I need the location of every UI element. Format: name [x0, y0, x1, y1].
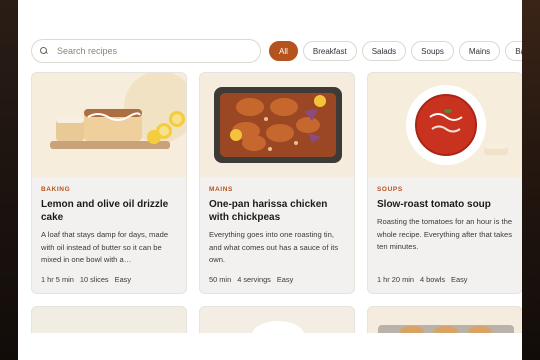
filter-chip-salads[interactable]: Salads [361, 41, 407, 61]
recipe-app: All Breakfast Salads Soups Mains Baking [18, 0, 522, 360]
background-right [522, 0, 540, 360]
recipe-category: SOUPS [377, 186, 403, 193]
recipe-description: Everything goes into one roasting tin, a… [209, 230, 339, 264]
recipe-time: 1 hr 5 min [41, 275, 74, 284]
bottom-bar [18, 333, 522, 360]
recipe-time: 50 min [209, 275, 232, 284]
recipe-meta: 1 hr 20 min 4 bowls Easy [377, 275, 467, 284]
recipe-meta: 50 min 4 servings Easy [209, 275, 293, 284]
recipe-difficulty: Easy [276, 275, 294, 284]
recipe-title[interactable]: One-pan harissa chicken with chickpeas [209, 198, 345, 224]
filter-chip-all[interactable]: All [269, 41, 298, 61]
filter-chip-breakfast[interactable]: Breakfast [302, 41, 357, 61]
recipe-difficulty: Easy [114, 275, 132, 284]
recipe-difficulty: Easy [451, 275, 468, 284]
recipe-category: BAKING [41, 186, 71, 193]
tomato-soup-image [368, 73, 522, 177]
recipe-card[interactable]: SOUPS Slow-roast tomato soup Roasting th… [367, 72, 522, 294]
search-box[interactable] [31, 39, 261, 63]
recipe-yield: 4 bowls [419, 275, 446, 284]
recipe-description: A loaf that stays damp for days, made wi… [41, 230, 169, 264]
filter-chip-mains[interactable]: Mains [458, 41, 501, 61]
background-left [0, 0, 18, 360]
recipe-category: MAINS [209, 186, 233, 193]
recipe-meta: 1 hr 5 min 10 slices Easy [41, 275, 131, 284]
recipe-yield: 4 servings [237, 275, 271, 284]
recipe-card[interactable]: BAKING Lemon and olive oil drizzle cake … [31, 72, 187, 294]
loaf-cake-image [32, 73, 186, 177]
recipe-card[interactable]: MAINS One-pan harissa chicken with chick… [199, 72, 355, 294]
toolbar: All Breakfast Salads Soups Mains Baking [31, 39, 522, 63]
recipe-time: 1 hr 20 min [377, 275, 414, 284]
recipe-title[interactable]: Slow-roast tomato soup [377, 198, 513, 211]
filter-chip-soups[interactable]: Soups [411, 41, 454, 61]
roasting-tin-image [200, 73, 354, 177]
filter-chip-baking[interactable]: Baking [505, 41, 522, 61]
filter-chips: All Breakfast Salads Soups Mains Baking [269, 41, 522, 61]
recipe-description: Roasting the tomatoes for an hour is the… [377, 217, 513, 251]
recipe-title[interactable]: Lemon and olive oil drizzle cake [41, 198, 177, 224]
search-icon [40, 47, 48, 55]
recipe-yield: 10 slices [79, 275, 109, 284]
search-input[interactable] [57, 46, 237, 56]
